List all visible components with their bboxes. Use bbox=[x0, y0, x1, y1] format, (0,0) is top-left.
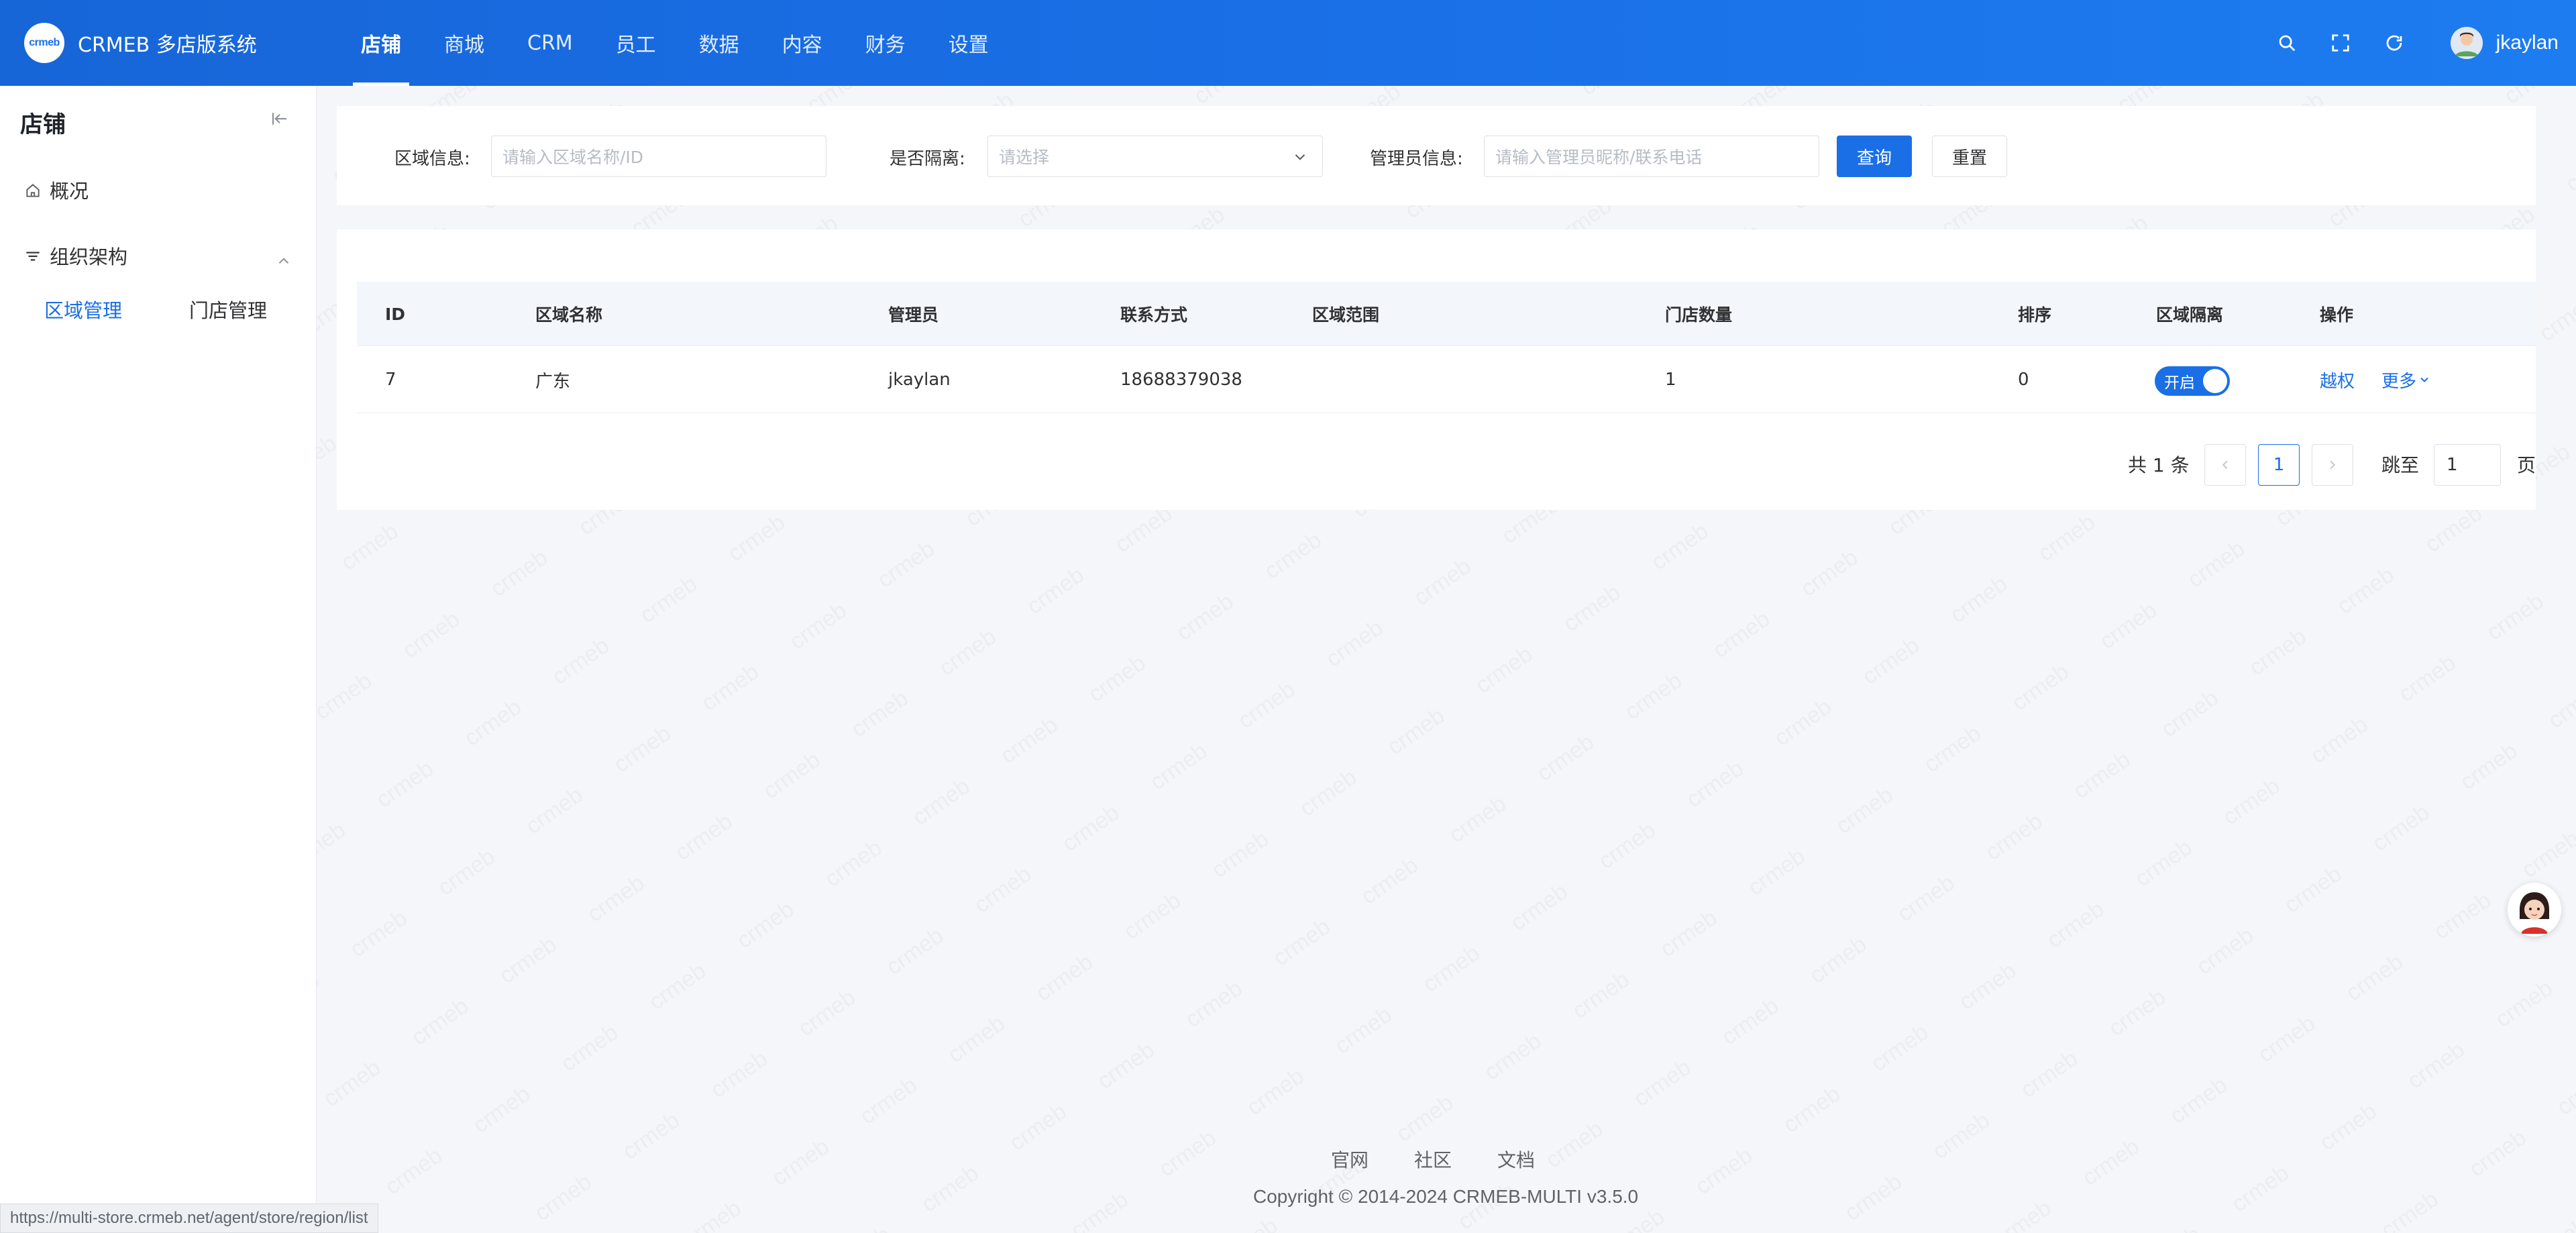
column-header-actions: 操作 bbox=[2320, 305, 2354, 325]
more-actions-label: 更多 bbox=[2381, 371, 2417, 392]
column-header-sort: 排序 bbox=[2018, 305, 2052, 325]
footer-link-docs[interactable]: 文档 bbox=[1497, 1146, 1535, 1173]
user-avatar[interactable] bbox=[2450, 27, 2483, 59]
column-header-region-name: 区域名称 bbox=[535, 305, 603, 325]
header-actions: jkaylan bbox=[2260, 0, 2559, 86]
cell-store-count: 1 bbox=[1665, 370, 1676, 390]
top-nav: 店铺 商城 CRM 员工 数据 内容 财务 设置 bbox=[339, 0, 1010, 86]
isolation-select-placeholder: 请选择 bbox=[999, 148, 1050, 167]
sidebar-subitem-store-management[interactable]: 门店管理 bbox=[189, 295, 267, 323]
column-header-id: ID bbox=[385, 304, 406, 324]
sidebar-item-org-structure[interactable]: 组织架构 bbox=[24, 242, 127, 270]
collapse-sidebar-icon[interactable] bbox=[270, 109, 294, 133]
override-permission-link[interactable]: 越权 bbox=[2320, 346, 2355, 413]
cell-region-name: 广东 bbox=[535, 371, 571, 392]
footer-link-official-site[interactable]: 官网 bbox=[1331, 1146, 1368, 1173]
pagination-total: 共 1 条 bbox=[2128, 454, 2190, 476]
sidebar-item-label: 概况 bbox=[50, 180, 89, 203]
column-header-region-isolation: 区域隔离 bbox=[2156, 305, 2224, 325]
username[interactable]: jkaylan bbox=[2496, 32, 2559, 54]
chevron-up-icon[interactable] bbox=[275, 252, 294, 271]
cell-sort: 0 bbox=[2018, 370, 2029, 390]
customer-service-avatar[interactable] bbox=[2508, 883, 2561, 936]
copyright: Copyright © 2014-2024 CRMEB-MULTI v3.5.0 bbox=[1253, 1186, 1639, 1207]
cell-id: 7 bbox=[385, 370, 396, 390]
brand[interactable]: crmeb CRMEB 多店版系统 bbox=[24, 23, 319, 63]
brand-logo: crmeb bbox=[24, 23, 64, 63]
reset-button[interactable]: 重置 bbox=[1932, 136, 2007, 177]
region-search-placeholder: 请输入区域名称/ID bbox=[502, 148, 644, 167]
top-nav-item-store[interactable]: 店铺 bbox=[339, 0, 423, 86]
table-card: ID 区域名称 管理员 联系方式 区域范围 门店数量 排序 区域隔离 操作 7 … bbox=[337, 229, 2536, 510]
sidebar: 店铺 概况 组织架构 区域管理 门店管理 bbox=[0, 86, 317, 1233]
chevron-down-icon bbox=[1291, 148, 1309, 166]
admin-search-placeholder: 请输入管理员昵称/联系电话 bbox=[1495, 148, 1703, 167]
isolation-select[interactable]: 请选择 bbox=[987, 136, 1323, 177]
region-filter-label: 区域信息: bbox=[394, 149, 470, 169]
top-nav-item-data[interactable]: 数据 bbox=[678, 0, 761, 86]
top-nav-item-mall[interactable]: 商城 bbox=[423, 0, 506, 86]
admin-search-input[interactable]: 请输入管理员昵称/联系电话 bbox=[1484, 136, 1819, 177]
pagination-next-button[interactable] bbox=[2312, 444, 2353, 486]
status-bar-url: https://multi-store.crmeb.net/agent/stor… bbox=[0, 1203, 378, 1233]
column-header-admin: 管理员 bbox=[888, 305, 939, 325]
region-isolation-toggle[interactable]: 开启 bbox=[2155, 366, 2230, 396]
brand-name: CRMEB 多店版系统 bbox=[78, 34, 257, 57]
sidebar-subitem-region-management[interactable]: 区域管理 bbox=[44, 295, 122, 323]
sidebar-title: 店铺 bbox=[20, 111, 66, 138]
pagination-jump-input[interactable]: 1 bbox=[2434, 444, 2501, 486]
footer-link-community[interactable]: 社区 bbox=[1414, 1146, 1452, 1173]
home-icon bbox=[24, 181, 42, 199]
table-row: 7 广东 jkaylan 18688379038 1 0 开启 越权 更多 bbox=[357, 346, 2536, 413]
pagination-jump-label: 跳至 bbox=[2381, 454, 2420, 476]
sidebar-item-label: 组织架构 bbox=[50, 246, 128, 268]
column-header-store-count: 门店数量 bbox=[1665, 305, 1733, 325]
top-nav-item-content[interactable]: 内容 bbox=[761, 0, 844, 86]
footer-links: 官网 社区 文档 bbox=[1331, 1146, 1580, 1173]
top-header: crmeb CRMEB 多店版系统 店铺 商城 CRM 员工 数据 内容 财务 … bbox=[0, 0, 2576, 86]
chevron-right-icon bbox=[2325, 458, 2340, 472]
pagination-prev-button[interactable] bbox=[2204, 444, 2246, 486]
filter-card: 区域信息: 请输入区域名称/ID 是否隔离: 请选择 管理员信息: 请输入管理员… bbox=[337, 106, 2536, 205]
top-nav-item-staff[interactable]: 员工 bbox=[594, 0, 678, 86]
toggle-knob bbox=[2203, 369, 2227, 393]
column-header-contact: 联系方式 bbox=[1120, 305, 1188, 325]
top-nav-item-crm[interactable]: CRM bbox=[506, 0, 594, 86]
chevron-down-icon bbox=[2418, 373, 2431, 386]
refresh-icon[interactable] bbox=[2381, 30, 2408, 56]
region-search-input[interactable]: 请输入区域名称/ID bbox=[491, 136, 826, 177]
filter-icon bbox=[24, 247, 42, 264]
fullscreen-icon[interactable] bbox=[2327, 30, 2354, 56]
search-icon[interactable] bbox=[2273, 30, 2300, 56]
isolation-filter-label: 是否隔离: bbox=[890, 149, 965, 169]
toggle-label: 开启 bbox=[2164, 374, 2195, 392]
pagination-page-button[interactable]: 1 bbox=[2258, 444, 2300, 486]
pagination-page-suffix: 页 bbox=[2517, 454, 2536, 476]
sidebar-item-overview[interactable]: 概况 bbox=[24, 176, 89, 204]
table-header: ID 区域名称 管理员 联系方式 区域范围 门店数量 排序 区域隔离 操作 bbox=[357, 282, 2536, 346]
column-header-region-range: 区域范围 bbox=[1312, 305, 1380, 325]
chevron-left-icon bbox=[2218, 458, 2233, 472]
admin-filter-label: 管理员信息: bbox=[1370, 149, 1463, 169]
top-nav-item-finance[interactable]: 财务 bbox=[844, 0, 927, 86]
cell-admin: jkaylan bbox=[888, 370, 951, 390]
query-button[interactable]: 查询 bbox=[1837, 136, 1912, 177]
more-actions-dropdown[interactable]: 更多 bbox=[2381, 346, 2431, 413]
top-nav-item-settings[interactable]: 设置 bbox=[927, 0, 1010, 86]
cell-contact: 18688379038 bbox=[1120, 370, 1242, 390]
